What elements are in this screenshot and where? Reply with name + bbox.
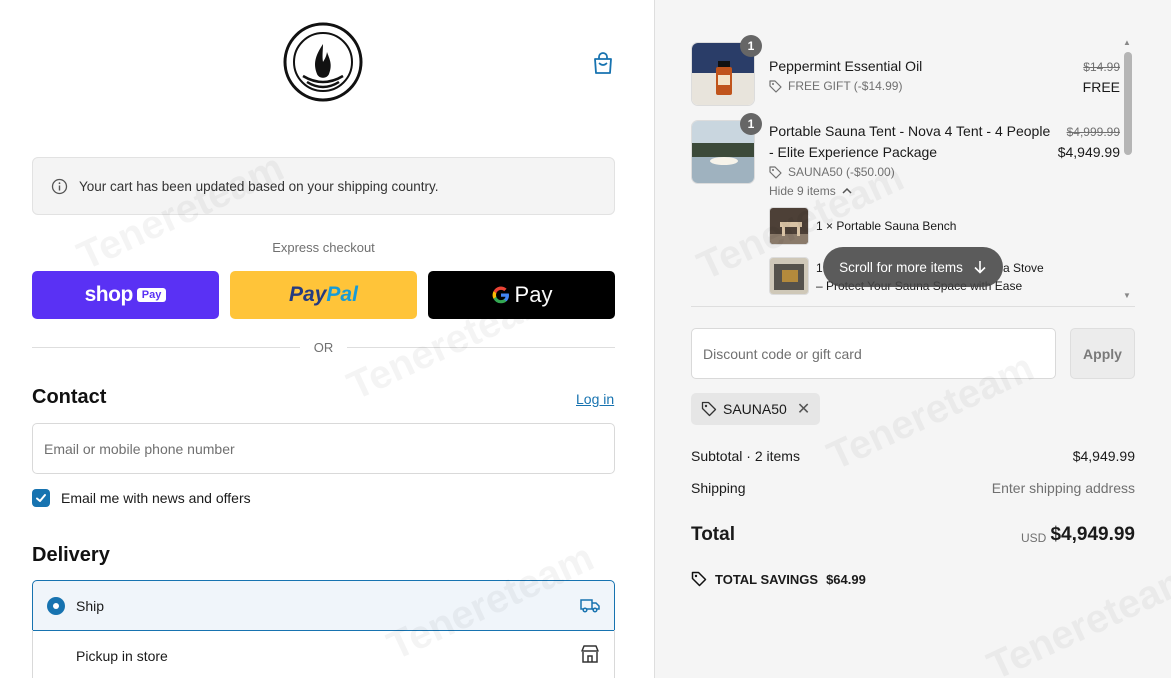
or-divider: OR: [32, 338, 615, 356]
info-icon: [51, 178, 68, 194]
store-logo[interactable]: [283, 22, 363, 102]
hide-items-label: Hide 9 items: [769, 184, 836, 198]
email-placeholder: Email or mobile phone number: [44, 440, 235, 457]
item-discount: FREE GIFT (-$14.99): [769, 79, 902, 93]
tag-icon: [701, 401, 717, 417]
item-name-line2: - Elite Experience Package: [769, 144, 938, 160]
scroll-down-arrow[interactable]: ▼: [1123, 291, 1131, 300]
shipping-label: Shipping: [691, 480, 746, 496]
contact-heading: Contact: [32, 386, 107, 408]
apply-discount-button[interactable]: Apply: [1070, 328, 1135, 379]
discount-placeholder: Discount code or gift card: [703, 345, 862, 362]
total-label: Total: [691, 524, 735, 545]
chevron-up-icon: [842, 187, 852, 194]
paypal-label-pay: Pay: [289, 283, 327, 306]
delivery-heading: Delivery: [32, 544, 110, 566]
sub-item-name: 1 × Portable Sauna Bench: [816, 219, 957, 233]
pickup-label: Pickup in store: [76, 647, 168, 664]
savings-label: TOTAL SAVINGS: [715, 571, 819, 587]
item-discount: SAUNA50 (-$50.00): [769, 165, 895, 179]
checkmark-icon: [36, 494, 46, 502]
item-original-price: $4,999.99: [1066, 125, 1120, 139]
email-field[interactable]: Email or mobile phone number: [32, 423, 615, 474]
notice-text: Your cart has been updated based on your…: [79, 178, 439, 194]
scroll-for-more-button[interactable]: Scroll for more items: [823, 247, 1003, 287]
google-g-icon: [492, 286, 509, 304]
express-checkout-title: Express checkout: [272, 240, 375, 255]
truck-icon: [580, 599, 600, 613]
item-discount-text: SAUNA50 (-$50.00): [788, 165, 895, 179]
scroll-hint-label: Scroll for more items: [839, 259, 963, 275]
ship-label: Ship: [76, 597, 105, 614]
shipping-value: Enter shipping address: [991, 480, 1135, 496]
hide-items-toggle[interactable]: Hide 9 items: [769, 184, 852, 198]
or-label: OR: [313, 339, 334, 355]
subtotal-value: $4,949.99: [1072, 448, 1135, 464]
scroll-up-arrow[interactable]: ▲: [1123, 38, 1131, 47]
checkout-main: Your cart has been updated based on your…: [0, 0, 654, 678]
pickup-radio[interactable]: [47, 647, 65, 665]
subtotal-label: Subtotal · 2 items: [691, 448, 800, 464]
ship-radio[interactable]: [47, 596, 65, 615]
google-pay-button[interactable]: Pay: [428, 271, 615, 319]
quantity-badge: 1: [740, 35, 762, 57]
total-currency: USD: [1021, 531, 1047, 545]
savings-value: $64.99: [826, 571, 866, 587]
newsletter-label: Email me with news and offers: [61, 490, 251, 506]
item-price: FREE: [1082, 79, 1120, 95]
shopping-bag-icon[interactable]: [592, 51, 614, 75]
sub-item-image: [769, 207, 809, 245]
quantity-badge: 1: [740, 113, 762, 135]
tag-icon: [769, 79, 782, 93]
item-discount-text: FREE GIFT (-$14.99): [788, 79, 903, 93]
applied-code: SAUNA50: [723, 401, 787, 417]
item-price: $4,949.99: [1057, 144, 1120, 160]
shop-pay-badge: Pay: [136, 288, 167, 302]
sub-item-name-line1-end: a Stove: [1003, 261, 1044, 275]
login-link[interactable]: Log in: [576, 391, 614, 407]
arrow-down-icon: [974, 261, 986, 274]
applied-discount-chip: SAUNA50 ✕: [691, 393, 821, 425]
paypal-button[interactable]: Pay Pal: [230, 271, 417, 319]
discount-code-input[interactable]: Discount code or gift card: [691, 328, 1056, 379]
order-divider: [691, 306, 1135, 307]
sub-item-image: [769, 257, 809, 295]
total-savings: TOTAL SAVINGS $64.99: [691, 571, 866, 587]
newsletter-checkbox[interactable]: [32, 489, 50, 507]
google-pay-label: Pay: [514, 282, 553, 307]
item-original-price: $14.99: [1083, 60, 1120, 74]
sub-item-name-line1: 1: [816, 261, 823, 275]
cart-updated-notice: Your cart has been updated based on your…: [32, 157, 615, 215]
newsletter-checkbox-row[interactable]: Email me with news and offers: [32, 489, 251, 507]
tag-icon: [769, 165, 782, 179]
order-scrollbar[interactable]: [1124, 52, 1132, 155]
total-value: $4,949.99: [1050, 524, 1135, 545]
tag-icon: [691, 571, 707, 587]
delivery-option-pickup[interactable]: Pickup in store: [32, 630, 615, 678]
delivery-option-ship[interactable]: Ship: [32, 580, 615, 631]
item-name: Peppermint Essential Oil: [769, 58, 923, 74]
store-icon: [581, 645, 599, 663]
item-name-line1: Portable Sauna Tent - Nova 4 Tent - 4 Pe…: [769, 123, 1051, 139]
paypal-label-pal: Pal: [326, 283, 358, 306]
remove-discount-icon[interactable]: ✕: [797, 399, 810, 419]
shop-pay-button[interactable]: shop Pay: [32, 271, 219, 319]
shop-pay-label: shop: [84, 283, 134, 306]
